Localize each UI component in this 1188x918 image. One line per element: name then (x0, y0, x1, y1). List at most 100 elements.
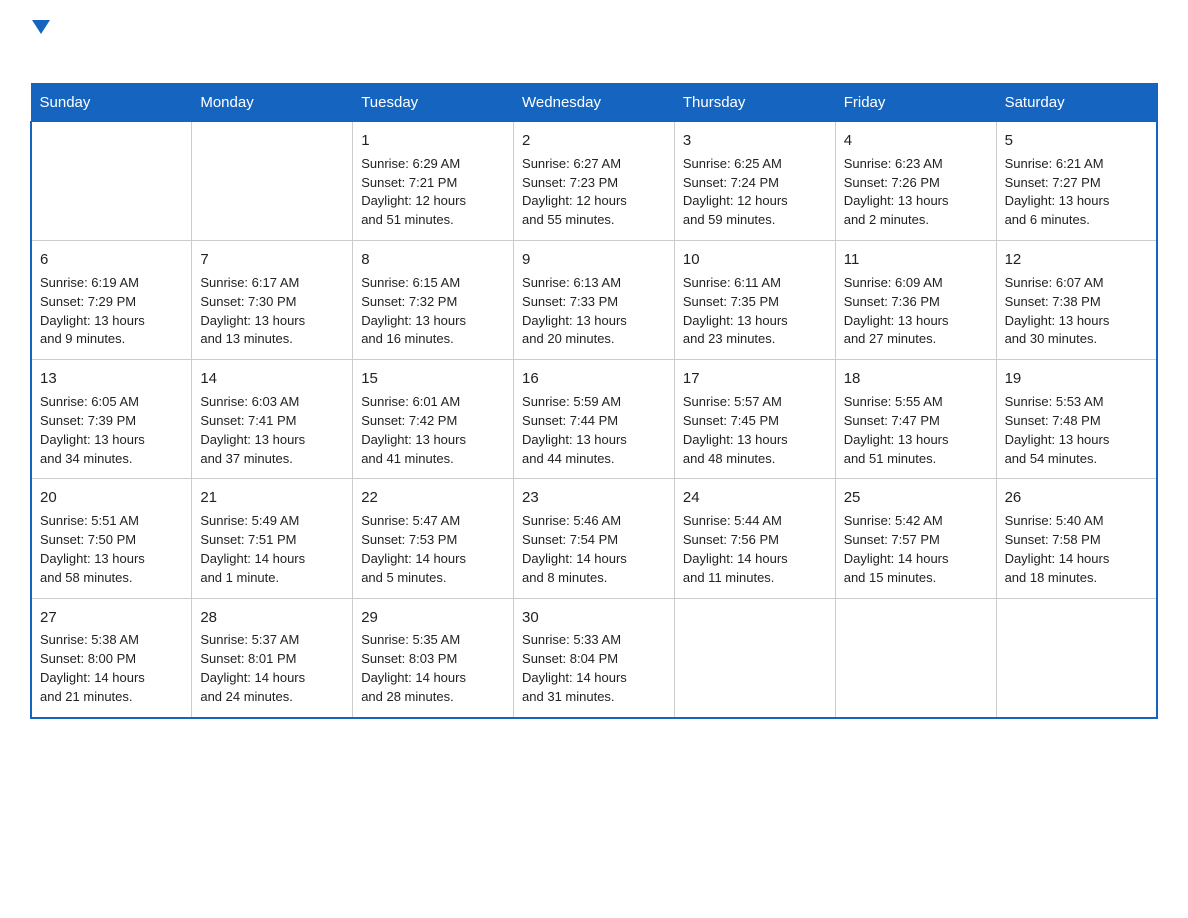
calendar-cell: 3Sunrise: 6:25 AMSunset: 7:24 PMDaylight… (674, 122, 835, 241)
day-number: 3 (683, 130, 827, 152)
day-info: Sunrise: 6:07 AMSunset: 7:38 PMDaylight:… (1005, 274, 1148, 349)
calendar-cell: 20 Sunrise: 5:51 AMSunset: 7:50 PMDayligh… (31, 479, 192, 598)
calendar-cell: 4 Sunrise: 6:23 AMSunset: 7:26 PMDaylight… (835, 122, 996, 241)
day-info: Sunrise: 6:09 AMSunset: 7:36 PMDaylight:… (844, 274, 988, 349)
day-number: 30 (522, 607, 666, 629)
day-info: Sunrise: 5:47 AMSunset: 7:53 PMDaylight:… (361, 512, 505, 587)
day-info: Sunrise: 5:42 AMSunset: 7:57 PMDaylight:… (844, 512, 988, 587)
calendar-cell: 26Sunrise: 5:40 AMSunset: 7:58 PMDayligh… (996, 479, 1157, 598)
day-number: 18 (844, 368, 988, 390)
calendar-cell: 13 Sunrise: 6:05 AMSunset: 7:39 PMDayligh… (31, 360, 192, 479)
day-info: Sunrise: 6:05 AMSunset: 7:39 PMDaylight:… (40, 393, 183, 468)
day-number: 28 (200, 607, 344, 629)
calendar-body: 1 Sunrise: 6:29 AMSunset: 7:21 PMDaylight… (31, 122, 1157, 718)
day-info: Sunrise: 6:11 AMSunset: 7:35 PMDaylight:… (683, 274, 827, 349)
day-number: 29 (361, 607, 505, 629)
day-info: Sunrise: 6:21 AMSunset: 7:27 PMDaylight:… (1005, 155, 1148, 230)
day-number: 5 (1005, 130, 1148, 152)
day-info: Sunrise: 6:19 AMSunset: 7:29 PMDaylight:… (40, 274, 183, 349)
calendar-cell: 9Sunrise: 6:13 AMSunset: 7:33 PMDaylight… (514, 241, 675, 360)
calendar-cell: 6 Sunrise: 6:19 AMSunset: 7:29 PMDaylight… (31, 241, 192, 360)
day-number: 6 (40, 249, 183, 271)
logo (30, 20, 58, 65)
calendar-cell: 24 Sunrise: 5:44 AMSunset: 7:56 PMDayligh… (674, 479, 835, 598)
calendar-cell: 14 Sunrise: 6:03 AMSunset: 7:41 PMDayligh… (192, 360, 353, 479)
calendar-cell: 29Sunrise: 5:35 AMSunset: 8:03 PMDayligh… (353, 598, 514, 718)
calendar-cell: 10 Sunrise: 6:11 AMSunset: 7:35 PMDayligh… (674, 241, 835, 360)
day-info: Sunrise: 6:15 AMSunset: 7:32 PMDaylight:… (361, 274, 505, 349)
day-info: Sunrise: 5:49 AMSunset: 7:51 PMDaylight:… (200, 512, 344, 587)
day-info: Sunrise: 6:27 AMSunset: 7:23 PMDaylight:… (522, 155, 666, 230)
calendar-cell (192, 122, 353, 241)
day-info: Sunrise: 5:59 AMSunset: 7:44 PMDaylight:… (522, 393, 666, 468)
day-number: 23 (522, 487, 666, 509)
calendar-cell: 19Sunrise: 5:53 AMSunset: 7:48 PMDayligh… (996, 360, 1157, 479)
day-info: Sunrise: 6:13 AMSunset: 7:33 PMDaylight:… (522, 274, 666, 349)
calendar-cell: 7Sunrise: 6:17 AMSunset: 7:30 PMDaylight… (192, 241, 353, 360)
header-cell-monday: Monday (192, 84, 353, 122)
day-number: 20 (40, 487, 183, 509)
day-info: Sunrise: 6:03 AMSunset: 7:41 PMDaylight:… (200, 393, 344, 468)
day-number: 17 (683, 368, 827, 390)
day-number: 12 (1005, 249, 1148, 271)
day-number: 7 (200, 249, 344, 271)
day-number: 2 (522, 130, 666, 152)
day-info: Sunrise: 5:51 AMSunset: 7:50 PMDaylight:… (40, 512, 183, 587)
day-number: 8 (361, 249, 505, 271)
header-cell-tuesday: Tuesday (353, 84, 514, 122)
calendar-cell: 5 Sunrise: 6:21 AMSunset: 7:27 PMDaylight… (996, 122, 1157, 241)
calendar-cell: 16Sunrise: 5:59 AMSunset: 7:44 PMDayligh… (514, 360, 675, 479)
calendar-cell: 22 Sunrise: 5:47 AMSunset: 7:53 PMDayligh… (353, 479, 514, 598)
day-number: 19 (1005, 368, 1148, 390)
calendar-cell (31, 122, 192, 241)
day-number: 24 (683, 487, 827, 509)
day-number: 4 (844, 130, 988, 152)
calendar-table: SundayMondayTuesdayWednesdayThursdayFrid… (30, 83, 1158, 719)
header-cell-friday: Friday (835, 84, 996, 122)
day-info: Sunrise: 5:37 AMSunset: 8:01 PMDaylight:… (200, 631, 344, 706)
page-header (30, 20, 1158, 65)
calendar-week-4: 20 Sunrise: 5:51 AMSunset: 7:50 PMDayligh… (31, 479, 1157, 598)
day-info: Sunrise: 5:38 AMSunset: 8:00 PMDaylight:… (40, 631, 183, 706)
day-number: 1 (361, 130, 505, 152)
calendar-cell: 17 Sunrise: 5:57 AMSunset: 7:45 PMDayligh… (674, 360, 835, 479)
header-row: SundayMondayTuesdayWednesdayThursdayFrid… (31, 84, 1157, 122)
calendar-week-1: 1 Sunrise: 6:29 AMSunset: 7:21 PMDaylight… (31, 122, 1157, 241)
day-info: Sunrise: 6:23 AMSunset: 7:26 PMDaylight:… (844, 155, 988, 230)
calendar-cell: 8 Sunrise: 6:15 AMSunset: 7:32 PMDaylight… (353, 241, 514, 360)
header-cell-thursday: Thursday (674, 84, 835, 122)
day-info: Sunrise: 5:57 AMSunset: 7:45 PMDaylight:… (683, 393, 827, 468)
day-info: Sunrise: 5:44 AMSunset: 7:56 PMDaylight:… (683, 512, 827, 587)
calendar-cell: 11 Sunrise: 6:09 AMSunset: 7:36 PMDayligh… (835, 241, 996, 360)
day-info: Sunrise: 6:29 AMSunset: 7:21 PMDaylight:… (361, 155, 505, 230)
day-number: 25 (844, 487, 988, 509)
day-info: Sunrise: 5:35 AMSunset: 8:03 PMDaylight:… (361, 631, 505, 706)
day-number: 14 (200, 368, 344, 390)
day-number: 26 (1005, 487, 1148, 509)
day-info: Sunrise: 5:46 AMSunset: 7:54 PMDaylight:… (522, 512, 666, 587)
calendar-header: SundayMondayTuesdayWednesdayThursdayFrid… (31, 84, 1157, 122)
calendar-cell: 25 Sunrise: 5:42 AMSunset: 7:57 PMDayligh… (835, 479, 996, 598)
calendar-cell: 21 Sunrise: 5:49 AMSunset: 7:51 PMDayligh… (192, 479, 353, 598)
day-info: Sunrise: 5:33 AMSunset: 8:04 PMDaylight:… (522, 631, 666, 706)
day-number: 27 (40, 607, 183, 629)
day-number: 21 (200, 487, 344, 509)
calendar-cell: 15Sunrise: 6:01 AMSunset: 7:42 PMDayligh… (353, 360, 514, 479)
day-number: 13 (40, 368, 183, 390)
header-cell-sunday: Sunday (31, 84, 192, 122)
calendar-cell: 1 Sunrise: 6:29 AMSunset: 7:21 PMDaylight… (353, 122, 514, 241)
calendar-cell: 18Sunrise: 5:55 AMSunset: 7:47 PMDayligh… (835, 360, 996, 479)
logo-triangle-icon (32, 20, 50, 39)
calendar-cell: 23 Sunrise: 5:46 AMSunset: 7:54 PMDayligh… (514, 479, 675, 598)
calendar-cell (835, 598, 996, 718)
header-cell-wednesday: Wednesday (514, 84, 675, 122)
calendar-cell: 28Sunrise: 5:37 AMSunset: 8:01 PMDayligh… (192, 598, 353, 718)
header-cell-saturday: Saturday (996, 84, 1157, 122)
calendar-cell: 27Sunrise: 5:38 AMSunset: 8:00 PMDayligh… (31, 598, 192, 718)
day-number: 22 (361, 487, 505, 509)
day-number: 15 (361, 368, 505, 390)
day-number: 11 (844, 249, 988, 271)
day-number: 10 (683, 249, 827, 271)
calendar-cell (996, 598, 1157, 718)
calendar-cell: 30Sunrise: 5:33 AMSunset: 8:04 PMDayligh… (514, 598, 675, 718)
